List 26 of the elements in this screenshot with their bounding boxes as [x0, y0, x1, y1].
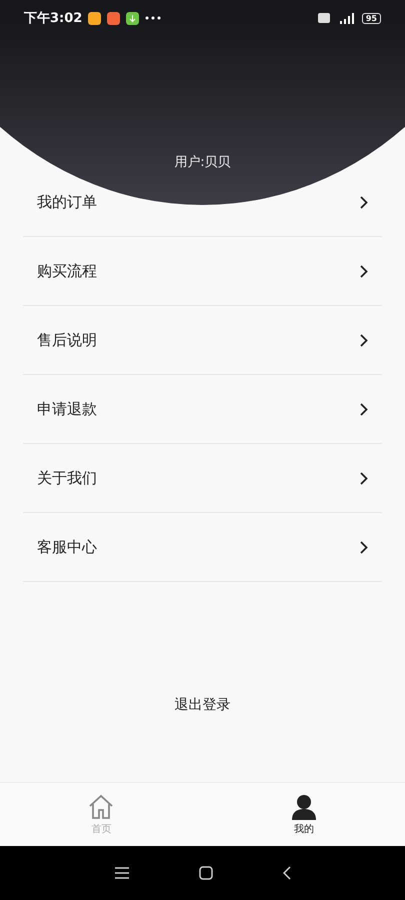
chevron-right-icon: [360, 334, 368, 346]
username: 用户:贝贝: [174, 155, 231, 170]
battery-level: 95: [362, 12, 381, 24]
house-icon: [88, 794, 114, 820]
chevron-right-icon: [360, 472, 368, 484]
back-icon[interactable]: [282, 866, 290, 880]
chevron-right-icon: [360, 402, 368, 416]
more-icon: [145, 16, 162, 20]
person-icon: [290, 794, 317, 820]
tab[interactable]: 我的: [202, 783, 405, 846]
home-icon[interactable]: [198, 866, 212, 880]
app-notification-icon: [88, 12, 102, 24]
logout-button[interactable]: 退出登录: [166, 692, 238, 718]
menu-item[interactable]: 申请退款: [23, 375, 382, 444]
app-notification-icon: [107, 12, 120, 24]
menu-item[interactable]: 我的订单: [23, 168, 382, 237]
chevron-right-icon: [360, 196, 368, 208]
menu-icon[interactable]: [114, 867, 128, 879]
chevron-right-icon: [360, 540, 368, 554]
download-icon: [126, 12, 140, 24]
menu-item[interactable]: 购买流程: [23, 237, 382, 306]
status-time: 下午3:02: [24, 10, 82, 27]
chevron-right-icon: [360, 264, 368, 278]
menu-item[interactable]: 关于我们: [23, 444, 382, 513]
menu-item[interactable]: 客服中心: [23, 513, 382, 582]
menu-item[interactable]: 售后说明: [23, 306, 382, 375]
